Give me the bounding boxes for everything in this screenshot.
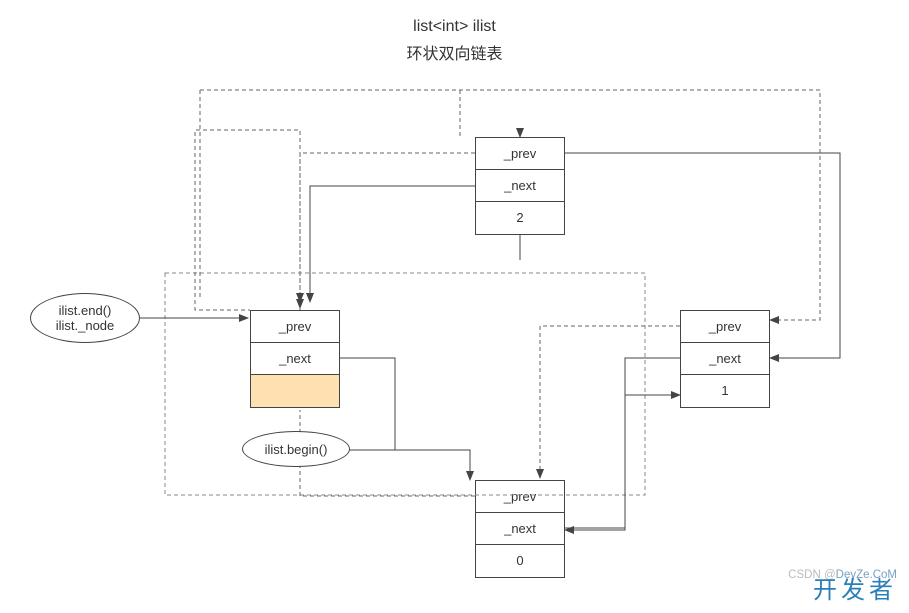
node-2-next: _next (476, 170, 564, 202)
node-sentinel: _prev _next (250, 310, 340, 408)
label-end-text: ilist.end() (59, 303, 112, 318)
node-2-prev: _prev (476, 138, 564, 170)
node-1-data: 1 (681, 375, 769, 407)
label-begin-ellipse: ilist.begin() (242, 431, 350, 467)
label-begin-text: ilist.begin() (265, 442, 328, 457)
node-0-next: _next (476, 513, 564, 545)
diagram-title-line2: 环状双向链表 (406, 40, 502, 64)
node-sentinel-data (251, 375, 339, 407)
node-0-prev: _prev (476, 481, 564, 513)
node-sentinel-next: _next (251, 343, 339, 375)
label-end-ellipse: ilist.end() ilist._node (30, 293, 140, 343)
node-2-data: 2 (476, 202, 564, 234)
node-2: _prev _next 2 (475, 137, 565, 235)
diagram-title-line1: list<int> ilist (413, 18, 496, 36)
node-1-prev: _prev (681, 311, 769, 343)
node-1: _prev _next 1 (680, 310, 770, 408)
node-0: _prev _next 0 (475, 480, 565, 578)
diagram-arrows (0, 0, 909, 613)
node-1-next: _next (681, 343, 769, 375)
node-sentinel-prev: _prev (251, 311, 339, 343)
node-0-data: 0 (476, 545, 564, 577)
watermark-brand: 开发者 (813, 570, 897, 605)
label-node-text: ilist._node (56, 318, 115, 333)
